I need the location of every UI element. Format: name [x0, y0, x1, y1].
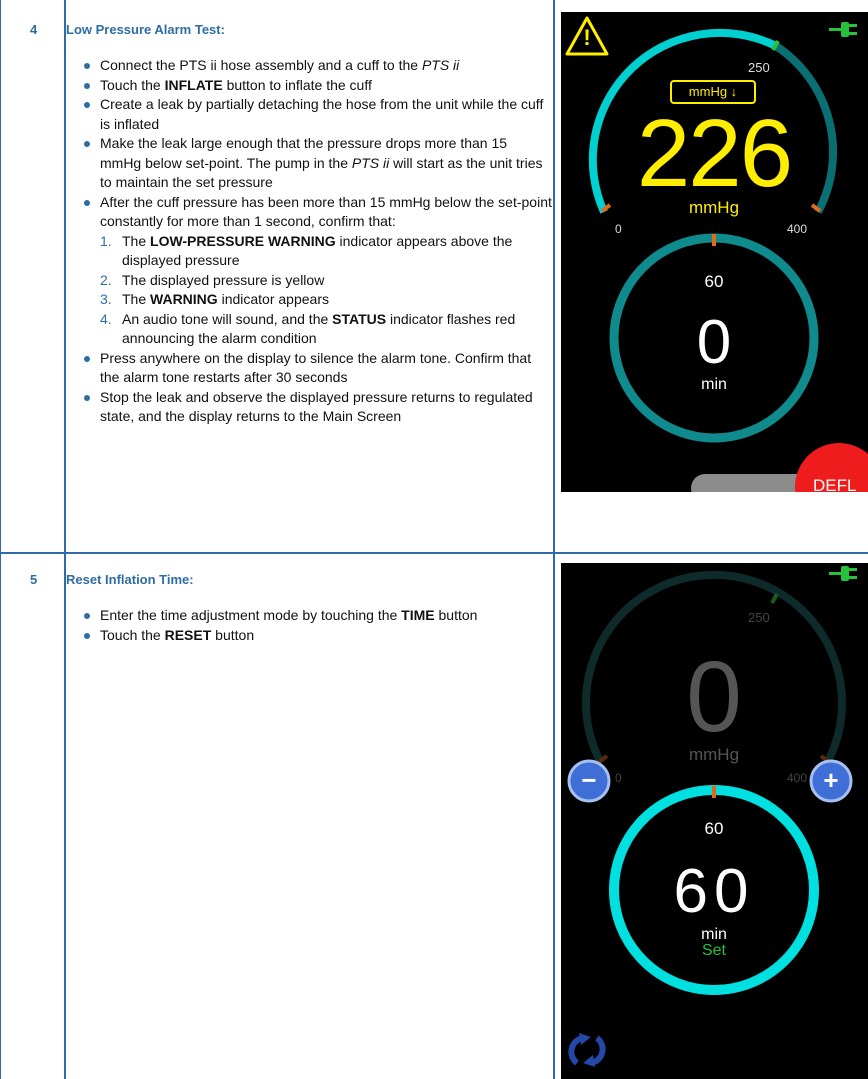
confirm-sublist: 1. The LOW-PRESSURE WARNING indicator app… [100, 232, 552, 349]
scale-max-label: 250 [748, 610, 770, 625]
bullet-dot [84, 355, 90, 362]
warning-symbol: ! [583, 25, 591, 50]
minus-button[interactable]: − [569, 766, 609, 794]
bullet-dot [84, 63, 90, 69]
sublist-item: 2. The displayed pressure is yellow [100, 271, 325, 288]
power-plug-icon [829, 566, 857, 581]
pressure-value: 226 [636, 100, 793, 207]
scale-zero-label: 0 [615, 771, 622, 785]
step4-bullet: Create a leak by partially detaching the… [78, 95, 552, 134]
bullet-dot [84, 613, 90, 619]
step4-bullet: Press anywhere on the display to silence… [78, 349, 552, 388]
defl-button[interactable]: DEFL [813, 476, 856, 492]
pressure-unit: mmHg [688, 198, 740, 217]
step-title: Reset Inflation Time: [66, 572, 194, 587]
scale-400-label: 400 [787, 771, 808, 785]
table-col-divider-2 [553, 0, 555, 1079]
reset-button[interactable] [565, 1027, 609, 1071]
bullet-dot [84, 82, 90, 89]
scale-400-label: 400 [787, 222, 808, 236]
step5-bullet: Enter the time adjustment mode by touchi… [78, 606, 552, 626]
step5-bullet: Touch the RESET button [78, 626, 552, 646]
step-title: Low Pressure Alarm Test: [66, 22, 225, 37]
bullet-dot [84, 199, 90, 206]
scale-zero-label: 0 [615, 222, 622, 236]
sublist-item: 4. An audio tone will sound, and the STAT… [100, 310, 516, 347]
pressure-value: 0 [686, 641, 742, 753]
step4-bullet: Touch the INFLATE button to inflate the … [78, 76, 552, 96]
power-plug-icon [829, 22, 857, 37]
table-row-divider [0, 552, 868, 554]
step5-bullet-list: Enter the time adjustment mode by touchi… [78, 606, 552, 645]
step-number: 5 [30, 572, 38, 587]
bullet-dot [84, 394, 90, 401]
table-border-left [0, 0, 1, 1079]
time-unit: min [701, 926, 727, 943]
table-col-divider-1 [64, 0, 66, 1079]
time-unit: min [701, 376, 727, 393]
device-screen-time-adjust: 250 0 mmHg 0 400 − + 60 60 min Set [561, 563, 868, 1079]
device-screen-alarm: ! 250 mmHg ↓ 226 mmHg 0 400 60 0 min DEF… [561, 12, 868, 492]
time-value: 0 [696, 308, 732, 377]
time-setpoint: 60 [704, 272, 724, 291]
step4-bullet: Stop the leak and observe the displayed … [78, 388, 552, 427]
time-status: Set [701, 942, 726, 959]
sublist-item: 1. The LOW-PRESSURE WARNING indicator app… [100, 232, 513, 269]
plus-button[interactable]: + [811, 766, 851, 794]
step4-bullet-list: Connect the PTS ii hose assembly and a c… [78, 56, 552, 427]
time-setpoint: 60 [704, 819, 724, 838]
sublist-item: 3. The WARNING indicator appears [100, 291, 329, 307]
time-value: 60 [673, 857, 755, 926]
bullet-dot [84, 102, 90, 108]
step-number: 4 [30, 22, 38, 37]
bullet-dot [84, 632, 90, 639]
arc-tick-setpoint [770, 593, 779, 604]
step4-bullet: After the cuff pressure has been more th… [78, 193, 552, 349]
scale-max-label: 250 [748, 60, 770, 75]
step4-bullet: Make the leak large enough that the pres… [78, 134, 552, 193]
low-pressure-badge: mmHg ↓ [688, 84, 738, 99]
step4-bullet: Connect the PTS ii hose assembly and a c… [78, 56, 552, 76]
pressure-unit: mmHg [688, 745, 740, 764]
bullet-dot [84, 141, 90, 147]
